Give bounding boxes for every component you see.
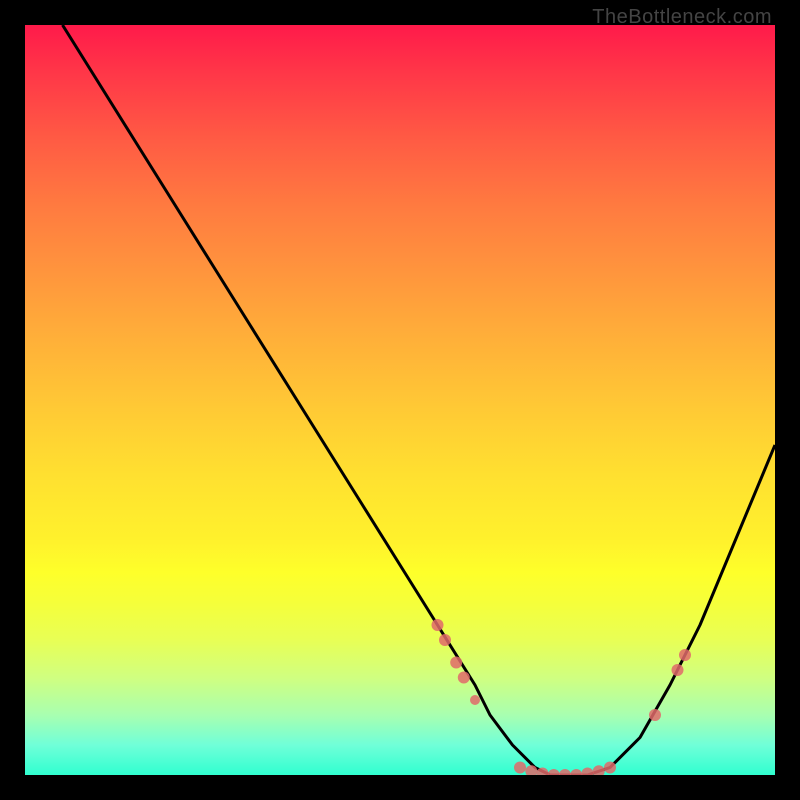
bottleneck-curve [63,25,776,775]
curve-svg [25,25,775,775]
chart-container: TheBottleneck.com [0,0,800,800]
plot-area [25,25,775,775]
data-markers [432,619,692,775]
